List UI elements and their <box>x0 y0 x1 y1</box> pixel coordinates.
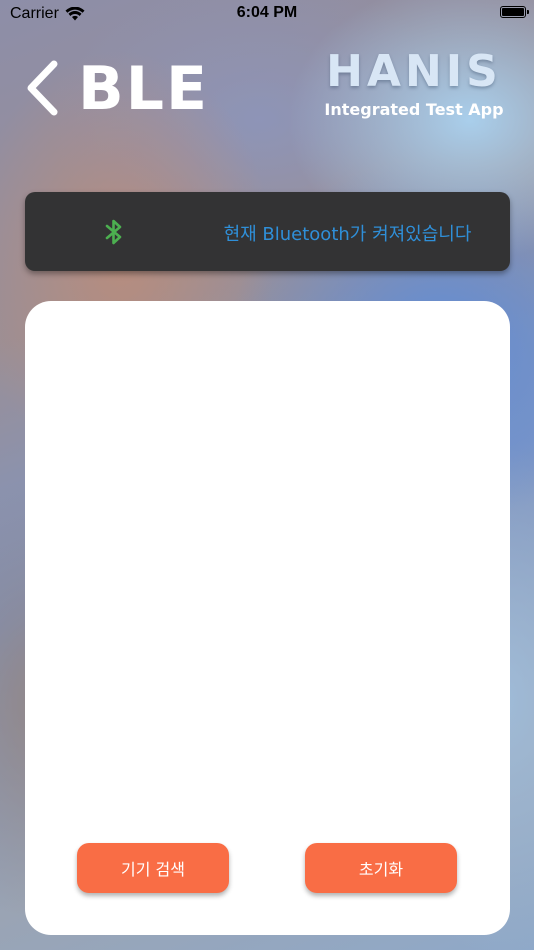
bluetooth-status-bar: 현재 Bluetooth가 켜져있습니다 <box>25 192 510 271</box>
status-bar: Carrier 6:04 PM <box>0 0 534 28</box>
reset-button[interactable]: 초기화 <box>305 843 457 893</box>
page-title: BLE <box>78 54 209 124</box>
brand-logo: HANIS <box>326 46 502 97</box>
back-button[interactable] <box>22 58 62 118</box>
battery-level <box>502 8 524 16</box>
status-time: 6:04 PM <box>236 4 298 21</box>
device-list-panel: 기기 검색 초기화 <box>25 301 510 935</box>
battery-icon <box>500 6 529 18</box>
scan-devices-button[interactable]: 기기 검색 <box>77 843 229 893</box>
device-list[interactable] <box>25 301 510 845</box>
bluetooth-status-message: 현재 Bluetooth가 켜져있습니다 <box>223 224 472 245</box>
brand: HANIS Integrated Test App <box>324 46 504 119</box>
bluetooth-icon <box>105 219 122 245</box>
brand-subtitle: Integrated Test App <box>324 100 504 119</box>
chevron-left-icon <box>27 60 58 116</box>
